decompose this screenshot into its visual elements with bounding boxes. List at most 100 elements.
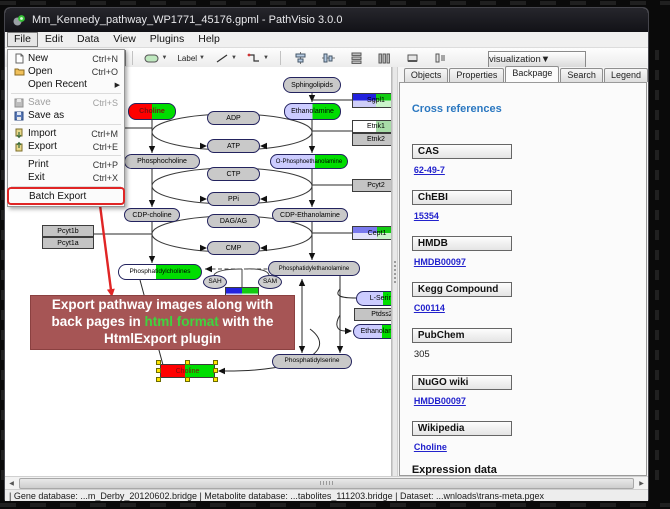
menu-item-open[interactable]: Open Ctrl+O xyxy=(8,65,124,78)
menu-view[interactable]: View xyxy=(106,33,143,46)
menu-separator xyxy=(11,155,121,156)
crossref-section-kegg: Kegg Compound C00114 xyxy=(412,279,634,313)
common-size-button[interactable] xyxy=(403,50,423,66)
menu-separator xyxy=(11,124,121,125)
toolbar-separator xyxy=(280,51,281,65)
distribute-vertical-button[interactable] xyxy=(347,50,367,66)
crossref-link[interactable]: C00114 xyxy=(414,303,634,313)
scrollbar-thumb[interactable] xyxy=(19,478,634,489)
horizontal-scrollbar[interactable]: ◀ ▶ xyxy=(5,476,648,489)
node-sam[interactable]: SAM xyxy=(258,275,282,289)
sidebar: Objects Properties Backpage Search Legen… xyxy=(398,67,648,476)
crossref-link[interactable]: 15354 xyxy=(414,211,634,221)
crossref-link[interactable]: Choline xyxy=(414,442,634,452)
node-ctp[interactable]: CTP xyxy=(207,167,260,181)
node-etnk1[interactable]: Etnk1 xyxy=(352,120,392,133)
node-ppi[interactable]: PPi xyxy=(207,192,260,206)
crossref-link[interactable]: HMDB00097 xyxy=(414,257,634,267)
selection-handle[interactable] xyxy=(156,377,161,382)
crossref-db-name: NuGO wiki xyxy=(412,375,512,390)
node-ptdss2[interactable]: Ptdss2 xyxy=(354,308,392,321)
menu-item-save-as[interactable]: Save as xyxy=(8,109,124,122)
tab-search[interactable]: Search xyxy=(560,68,603,82)
node-phosphatidylethanolamine[interactable]: Phosphatidylethanolamine xyxy=(268,261,360,276)
tab-legend[interactable]: Legend xyxy=(604,68,648,82)
connector-icon xyxy=(247,53,261,64)
menu-bar: File Edit Data View Plugins Help xyxy=(5,32,648,48)
label-tool-dropdown[interactable]: Label ▼ xyxy=(175,50,207,66)
menu-item-export[interactable]: Export Ctrl+E xyxy=(8,140,124,153)
node-pcyt1a[interactable]: Pcyt1a xyxy=(42,237,94,249)
node-pcyt1b[interactable]: Pcyt1b xyxy=(42,225,94,237)
node-l-serine[interactable]: L-Serine xyxy=(356,291,392,306)
tab-properties[interactable]: Properties xyxy=(449,68,504,82)
node-o-phosphoethanolamine[interactable]: O-Phosphoethanolamine xyxy=(270,154,348,169)
tab-objects[interactable]: Objects xyxy=(404,68,449,82)
menu-item-open-recent[interactable]: Open Recent ▶ xyxy=(8,78,124,91)
menu-separator xyxy=(11,186,121,187)
align-center-button[interactable] xyxy=(291,50,311,66)
scroll-right-icon[interactable]: ▶ xyxy=(635,478,648,489)
node-cmp[interactable]: CMP xyxy=(207,241,260,255)
crossref-section-hmdb: HMDB HMDB00097 xyxy=(412,233,634,267)
selection-handle[interactable] xyxy=(213,368,218,373)
node-phosphatidylserine[interactable]: Phosphatidylserine xyxy=(272,354,352,369)
node-cdp-choline[interactable]: CDP-choline xyxy=(124,208,180,222)
tab-backpage[interactable]: Backpage xyxy=(505,66,559,82)
menu-data[interactable]: Data xyxy=(70,33,106,46)
node-pcyt2[interactable]: Pcyt2 xyxy=(352,179,392,192)
selection-handle[interactable] xyxy=(156,368,161,373)
node-choline-selected[interactable]: Choline xyxy=(160,364,215,378)
node-phosphatidylcholines[interactable]: Phosphatidylcholines xyxy=(118,264,202,280)
node-cdp-ethanolamine[interactable]: CDP-Ethanolamine xyxy=(272,208,348,222)
crossref-link[interactable]: HMDB00097 xyxy=(414,396,634,406)
selection-handle[interactable] xyxy=(213,377,218,382)
line-icon xyxy=(215,53,229,64)
node-sah[interactable]: SAH xyxy=(203,275,227,289)
datanode-tool-dropdown[interactable]: ▼ xyxy=(142,50,170,66)
menu-help[interactable]: Help xyxy=(191,33,227,46)
stack-button[interactable] xyxy=(431,50,451,66)
node-adp[interactable]: ADP xyxy=(207,111,260,125)
connector-tool-dropdown[interactable]: ▼ xyxy=(245,50,271,66)
distribute-horizontal-button[interactable] xyxy=(375,50,395,66)
menu-item-save[interactable]: Save Ctrl+S xyxy=(8,96,124,109)
align-middle-button[interactable] xyxy=(319,50,339,66)
menu-item-exit[interactable]: Exit Ctrl+X xyxy=(8,171,124,184)
menu-edit[interactable]: Edit xyxy=(38,33,70,46)
callout-highlight: html format xyxy=(145,314,219,329)
selection-handle[interactable] xyxy=(185,360,190,365)
crossref-link[interactable]: 62-49-7 xyxy=(414,165,634,175)
node-cept1[interactable]: Cept1 xyxy=(352,226,392,240)
scroll-left-icon[interactable]: ◀ xyxy=(5,478,18,489)
chevron-down-icon[interactable]: ▼ xyxy=(541,54,550,65)
crossref-section-wikipedia: Wikipedia Choline xyxy=(412,418,634,452)
new-file-icon xyxy=(12,53,26,64)
node-etnk2[interactable]: Etnk2 xyxy=(352,133,392,146)
node-dag-ag[interactable]: DAG/AG xyxy=(207,214,260,228)
node-ethanolamine-2[interactable]: Ethanolamine xyxy=(353,324,392,339)
node-ethanolamine[interactable]: Ethanolamine xyxy=(284,103,341,120)
line-tool-dropdown[interactable]: ▼ xyxy=(213,50,239,66)
selection-handle[interactable] xyxy=(156,360,161,365)
menu-plugins[interactable]: Plugins xyxy=(143,33,191,46)
status-bar: | Gene database: ...m_Derby_20120602.bri… xyxy=(5,489,648,501)
datanode-icon xyxy=(144,53,160,64)
node-sphingolipids[interactable]: Sphingolipids xyxy=(283,77,341,93)
selection-handle[interactable] xyxy=(185,377,190,382)
node-sgpl1[interactable]: Sgpl1 xyxy=(352,93,392,108)
menu-item-batch-export[interactable]: Batch Export xyxy=(9,189,123,203)
selection-handle[interactable] xyxy=(213,360,218,365)
node-atp[interactable]: ATP xyxy=(207,139,260,153)
menu-item-print[interactable]: Print Ctrl+P xyxy=(8,158,124,171)
menu-item-new[interactable]: New Ctrl+N xyxy=(8,52,124,65)
file-menu-popup: New Ctrl+N Open Ctrl+O Open Recent ▶ Sav… xyxy=(7,49,125,207)
menu-file[interactable]: File xyxy=(7,32,38,47)
node-choline[interactable]: Choline xyxy=(128,103,176,120)
status-text: | Gene database: ...m_Derby_20120602.bri… xyxy=(9,491,544,501)
import-icon xyxy=(12,128,26,139)
menu-item-import[interactable]: Import Ctrl+M xyxy=(8,127,124,140)
distribute-horizontal-icon xyxy=(378,52,391,64)
node-phosphocholine[interactable]: Phosphocholine xyxy=(124,154,200,169)
stack-icon xyxy=(434,52,447,64)
